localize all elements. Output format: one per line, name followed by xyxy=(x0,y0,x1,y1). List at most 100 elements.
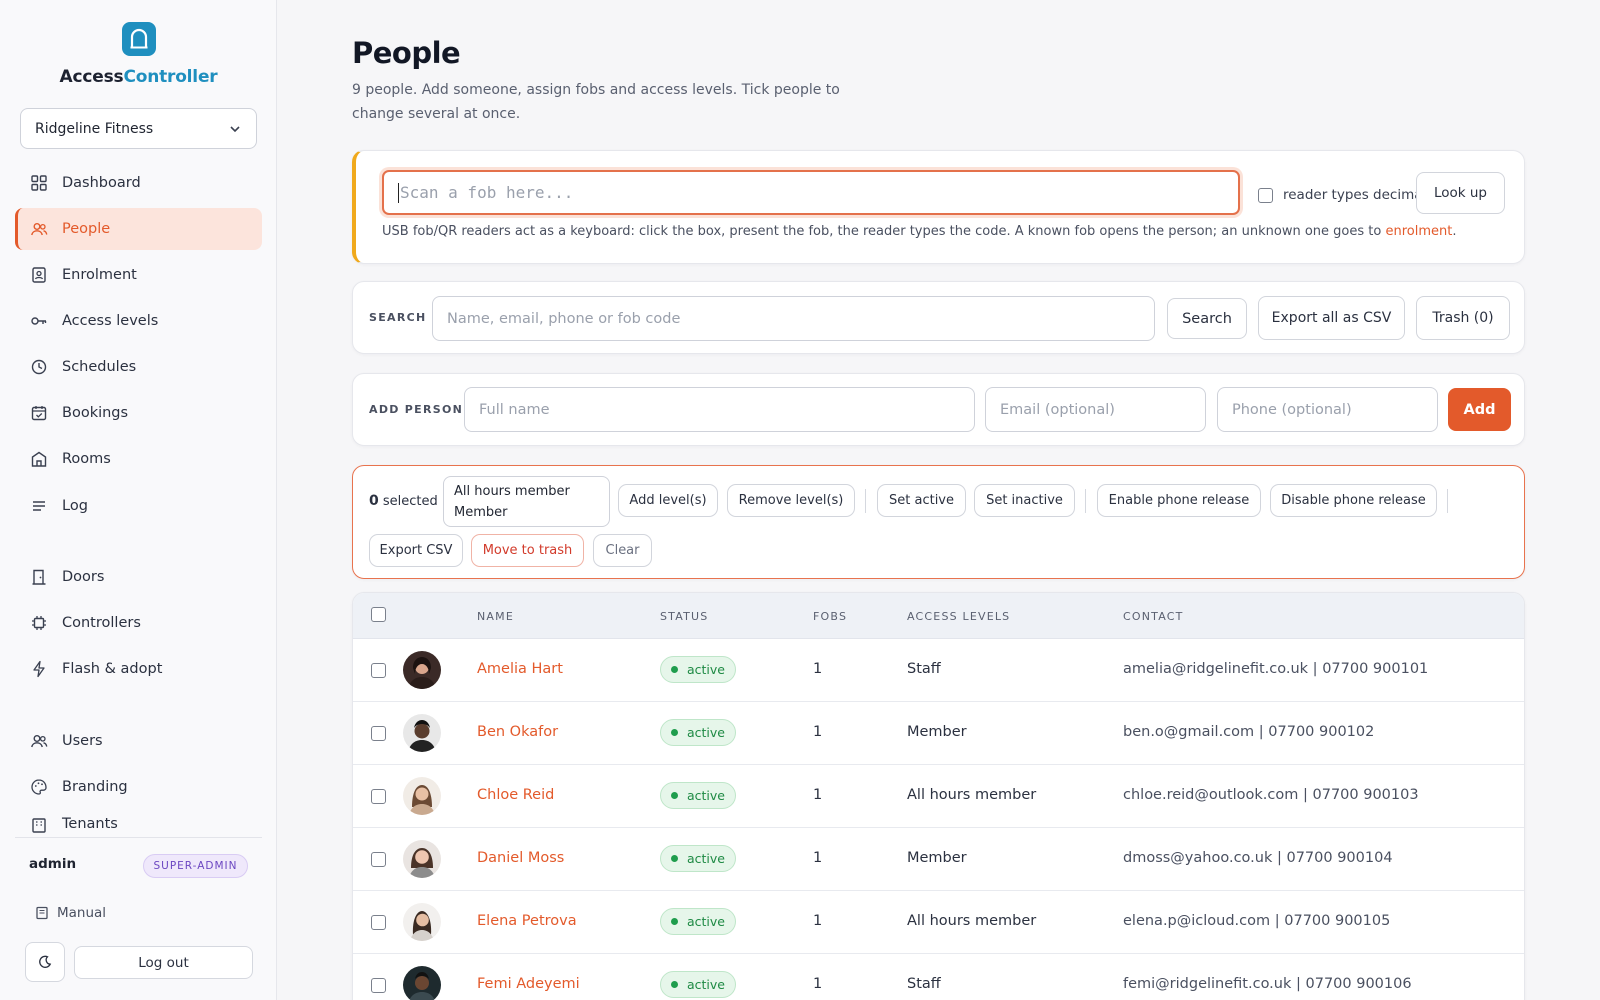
select-all-checkbox[interactable] xyxy=(371,607,386,622)
table-row[interactable]: Amelia Hart active 1 Staff amelia@ridgel… xyxy=(353,639,1524,702)
sidebar-item-flash-adopt[interactable]: Flash & adopt xyxy=(15,648,262,690)
tenant-select[interactable]: Ridgeline Fitness xyxy=(20,108,257,149)
list-icon xyxy=(33,501,45,511)
avatar xyxy=(403,714,441,752)
table-row[interactable]: Chloe Reid active 1 All hours member chl… xyxy=(353,765,1524,828)
phone-input[interactable]: Phone (optional) xyxy=(1217,387,1438,432)
fob-count: 1 xyxy=(813,787,823,803)
trash-button[interactable]: Trash (0) xyxy=(1416,296,1510,340)
avatar xyxy=(403,966,441,1000)
role-badge: SUPER-ADMIN xyxy=(143,854,248,878)
theme-toggle-button[interactable] xyxy=(25,942,65,982)
chevron-down-icon xyxy=(230,125,240,132)
add-levels-button[interactable]: Add level(s) xyxy=(618,484,718,517)
sidebar-item-controllers[interactable]: Controllers xyxy=(15,602,262,644)
table-header: NAME STATUS FOBS ACCESS LEVELS CONTACT xyxy=(353,593,1524,639)
avatar xyxy=(403,840,441,878)
search-button[interactable]: Search xyxy=(1167,298,1247,339)
sidebar-item-users[interactable]: Users xyxy=(15,720,262,762)
sidebar-item-rooms[interactable]: Rooms xyxy=(15,438,262,480)
sidebar-item-bookings[interactable]: Bookings xyxy=(15,392,262,434)
person-name-link[interactable]: Femi Adeyemi xyxy=(477,976,580,992)
person-name-link[interactable]: Elena Petrova xyxy=(477,913,577,929)
contact-info: elena.p@icloud.com | 07700 900105 xyxy=(1123,913,1391,929)
set-inactive-button[interactable]: Set inactive xyxy=(974,484,1075,517)
users-icon xyxy=(31,735,48,748)
email-input[interactable]: Email (optional) xyxy=(985,387,1206,432)
search-label: SEARCH xyxy=(369,311,427,324)
sidebar-item-doors[interactable]: Doors xyxy=(15,556,262,598)
building-icon xyxy=(32,818,46,833)
status-badge: active xyxy=(660,908,736,935)
row-checkbox[interactable] xyxy=(371,789,386,804)
person-name-link[interactable]: Daniel Moss xyxy=(477,850,564,866)
table-row[interactable]: Elena Petrova active 1 All hours member … xyxy=(353,891,1524,954)
separator xyxy=(865,489,866,513)
contact-info: ben.o@gmail.com | 07700 900102 xyxy=(1123,724,1375,740)
person-name-link[interactable]: Ben Okafor xyxy=(477,724,558,740)
column-header-fobs[interactable]: FOBS xyxy=(813,610,847,623)
bulk-actions-card: 0 selected All hours member Member Add l… xyxy=(352,465,1525,579)
sidebar-item-enrolment[interactable]: Enrolment xyxy=(15,254,262,296)
person-name-link[interactable]: Chloe Reid xyxy=(477,787,554,803)
status-badge: active xyxy=(660,719,736,746)
clear-selection-button[interactable]: Clear xyxy=(593,534,652,567)
search-input[interactable]: Name, email, phone or fob code xyxy=(432,296,1155,341)
page-subtitle: 9 people. Add someone, assign fobs and a… xyxy=(352,82,840,122)
grid-icon xyxy=(31,175,47,191)
access-level-multiselect[interactable]: All hours member Member xyxy=(443,476,610,527)
fob-count: 1 xyxy=(813,976,823,992)
row-checkbox[interactable] xyxy=(371,915,386,930)
level-option[interactable]: Member xyxy=(454,502,599,523)
table-row[interactable]: Daniel Moss active 1 Member dmoss@yahoo.… xyxy=(353,828,1524,891)
app-logo-icon xyxy=(122,22,156,56)
remove-levels-button[interactable]: Remove level(s) xyxy=(727,484,855,517)
add-person-card: ADD PERSON Full name Email (optional) Ph… xyxy=(352,373,1525,446)
row-checkbox[interactable] xyxy=(371,852,386,867)
sidebar-item-branding[interactable]: Branding xyxy=(15,766,262,808)
book-icon xyxy=(36,906,48,920)
door-icon xyxy=(32,569,46,585)
page-title: People xyxy=(352,36,461,70)
fob-scan-card: Scan a fob here... reader types decimal … xyxy=(352,150,1525,264)
avatar xyxy=(403,651,441,689)
fob-scan-input[interactable]: Scan a fob here... xyxy=(382,170,1240,215)
column-header-name[interactable]: NAME xyxy=(477,610,514,623)
sidebar-item-access-levels[interactable]: Access levels xyxy=(15,300,262,342)
room-icon xyxy=(31,451,47,467)
add-person-button[interactable]: Add xyxy=(1448,388,1511,431)
enable-phone-release-button[interactable]: Enable phone release xyxy=(1097,484,1261,517)
move-to-trash-button[interactable]: Move to trash xyxy=(471,534,584,567)
manual-link[interactable]: Manual xyxy=(35,905,106,921)
column-header-contact[interactable]: CONTACT xyxy=(1123,610,1184,623)
sidebar-item-log[interactable]: Log xyxy=(15,485,262,527)
enrolment-link[interactable]: enrolment xyxy=(1385,224,1452,239)
table-row[interactable]: Ben Okafor active 1 Member ben.o@gmail.c… xyxy=(353,702,1524,765)
table-row[interactable]: Femi Adeyemi active 1 Staff femi@ridgeli… xyxy=(353,954,1524,1000)
export-all-csv-button[interactable]: Export all as CSV xyxy=(1258,296,1405,340)
disable-phone-release-button[interactable]: Disable phone release xyxy=(1270,484,1437,517)
logout-button[interactable]: Log out xyxy=(74,946,253,979)
checkbox[interactable] xyxy=(1258,187,1273,203)
look-up-button[interactable]: Look up xyxy=(1416,172,1505,214)
sidebar-item-dashboard[interactable]: Dashboard xyxy=(15,162,262,204)
reader-decimal-checkbox[interactable]: reader types decimal xyxy=(1258,187,1426,203)
column-header-access-levels[interactable]: ACCESS LEVELS xyxy=(907,610,1010,623)
export-csv-button[interactable]: Export CSV xyxy=(369,534,463,567)
fob-count: 1 xyxy=(813,913,823,929)
sidebar-item-people[interactable]: People xyxy=(15,208,262,250)
access-level: Member xyxy=(907,850,967,866)
person-name-link[interactable]: Amelia Hart xyxy=(477,661,563,677)
level-option[interactable]: All hours member xyxy=(454,481,599,502)
full-name-input[interactable]: Full name xyxy=(464,387,975,432)
add-person-label: ADD PERSON xyxy=(369,403,464,416)
sidebar-item-tenants[interactable]: Tenants xyxy=(15,812,262,836)
column-header-status[interactable]: STATUS xyxy=(660,610,708,623)
set-active-button[interactable]: Set active xyxy=(877,484,966,517)
row-checkbox[interactable] xyxy=(371,726,386,741)
id-badge-icon xyxy=(32,267,46,283)
contact-info: chloe.reid@outlook.com | 07700 900103 xyxy=(1123,787,1419,803)
row-checkbox[interactable] xyxy=(371,663,386,678)
row-checkbox[interactable] xyxy=(371,978,386,993)
sidebar-item-schedules[interactable]: Schedules xyxy=(15,346,262,388)
